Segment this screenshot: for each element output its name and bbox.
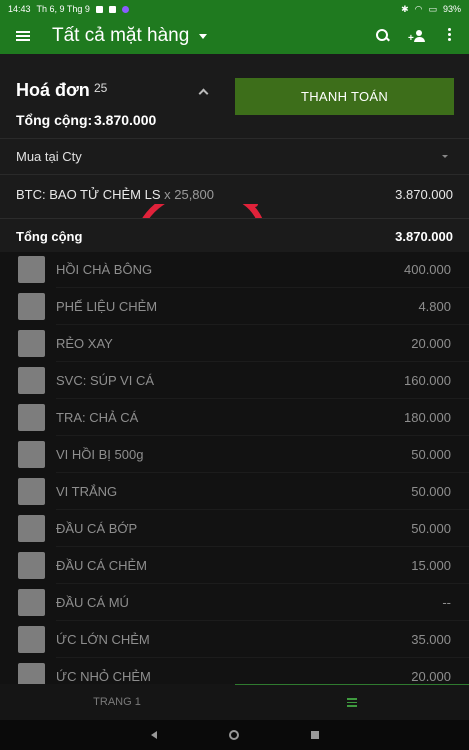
invoice-summary-row: Tổng cộng 3.870.000 [0,218,469,252]
invoice-panel: Hoá đơn 25 Tổng cộng: 3.870.000 THANH TO… [0,54,469,294]
menu-icon[interactable] [16,31,30,41]
list-item[interactable]: ỨC NHỎ CHẺM 20.000 [0,658,469,684]
tab-page-1[interactable]: TRANG 1 [0,684,234,720]
product-list: HỒI CHÀ BÔNG 400.000 PHẾ LIỆU CHẺM 4.800… [0,252,469,684]
back-icon[interactable] [150,731,157,739]
list-item[interactable]: PHẾ LIỆU CHẺM 4.800 [0,288,469,325]
product-price: 15.000 [411,558,451,573]
product-thumbnail [18,478,45,505]
product-name: ĐẦU CÁ MÚ [56,595,129,610]
home-icon[interactable] [228,730,239,740]
list-item[interactable]: ỨC LỚN CHẺM 35.000 [0,621,469,658]
battery-level: 93% [442,4,461,14]
divider [0,174,469,175]
invoice-title: Hoá đơn [16,80,90,100]
line-item-value: 3.870.000 [395,187,453,202]
product-thumbnail [18,626,45,653]
product-thumbnail [18,293,45,320]
list-item[interactable]: HỒI CHÀ BÔNG 400.000 [0,252,469,288]
wifi-icon: ◠ [414,3,423,14]
status-bar: 14:43 Th 6, 9 Thg 9 ✱ ◠ ▭ 93% [0,0,469,18]
dropdown-arrow-icon[interactable] [442,155,448,158]
product-thumbnail [18,256,45,283]
page-title[interactable]: Tất cả mặt hàng [52,25,189,47]
app-bar: Tất cả mặt hàng + [0,18,469,54]
add-user-icon[interactable]: + [408,28,427,44]
list-item[interactable]: ĐẦU CÁ MÚ -- [0,584,469,621]
product-thumbnail [18,330,45,357]
product-name: VI HỒI BỊ 500g [56,447,144,462]
invoice-count: 25 [94,81,108,95]
product-price: 50.000 [411,521,451,536]
product-price: 180.000 [404,410,451,425]
bluetooth-icon: ✱ [401,3,409,14]
product-name: RẺO XAY [56,336,113,351]
location-select[interactable]: Mua tại Cty [16,149,82,164]
search-icon[interactable] [375,28,391,44]
product-name: VI TRẮNG [56,484,118,499]
list-item[interactable]: RẺO XAY 20.000 [0,325,469,362]
list-item[interactable]: TRA: CHẢ CÁ 180.000 [0,399,469,436]
product-thumbnail [18,404,45,431]
notification-icon [108,5,116,13]
product-price: 50.000 [411,484,451,499]
notification-icon [95,5,103,13]
summary-label: Tổng cộng [16,229,83,244]
line-item-qty: x 25,800 [164,187,214,202]
recent-apps-icon[interactable] [310,731,319,739]
product-name: ĐẦU CÁ BỚP [56,521,138,536]
product-thumbnail [18,663,45,684]
chevron-down-icon[interactable] [199,33,208,39]
list-item[interactable]: VI HỒI BỊ 500g 50.000 [0,436,469,473]
list-icon [347,698,357,707]
product-name: TRA: CHẢ CÁ [56,410,139,425]
system-nav-bar [0,720,469,750]
product-thumbnail [18,441,45,468]
product-price: 20.000 [411,669,451,684]
battery-icon: ▭ [428,3,437,14]
invoice-total-label: Tổng cộng: [16,112,93,128]
product-name: PHẾ LIỆU CHẺM [56,299,158,314]
chevron-up-icon[interactable] [198,88,209,99]
product-thumbnail [18,367,45,394]
product-thumbnail [18,589,45,616]
list-item[interactable]: ĐẦU CÁ BỚP 50.000 [0,510,469,547]
pay-button[interactable]: THANH TOÁN [235,78,454,115]
status-date: Th 6, 9 Thg 9 [36,4,90,14]
divider [0,138,469,139]
list-item[interactable]: ĐẦU CÁ CHẺM 15.000 [0,547,469,584]
product-price: 35.000 [411,632,451,647]
product-name: HỒI CHÀ BÔNG [56,262,153,277]
line-item-name: BTC: BAO TỬ CHẺM LS x 25,800 [16,187,214,202]
product-price: 20.000 [411,336,451,351]
product-price: 50.000 [411,447,451,462]
notification-icon [121,5,129,13]
tab-list-view[interactable] [235,684,469,720]
product-name: ĐẦU CÁ CHẺM [56,558,148,573]
list-item[interactable]: VI TRẮNG 50.000 [0,473,469,510]
more-icon[interactable] [447,28,451,44]
status-time: 14:43 [8,4,31,14]
product-price: 400.000 [404,262,451,277]
summary-value: 3.870.000 [395,229,453,244]
product-price: -- [442,595,451,610]
bottom-tabs: TRANG 1 [0,684,469,720]
product-name: ỨC LỚN CHẺM [56,632,150,647]
product-price: 4.800 [418,299,451,314]
product-thumbnail [18,515,45,542]
product-name: SVC: SÚP VI CÁ [56,373,155,388]
product-name: ỨC NHỎ CHẺM [56,669,151,684]
product-thumbnail [18,552,45,579]
product-price: 160.000 [404,373,451,388]
list-item[interactable]: SVC: SÚP VI CÁ 160.000 [0,362,469,399]
invoice-total-value: 3.870.000 [94,112,157,128]
